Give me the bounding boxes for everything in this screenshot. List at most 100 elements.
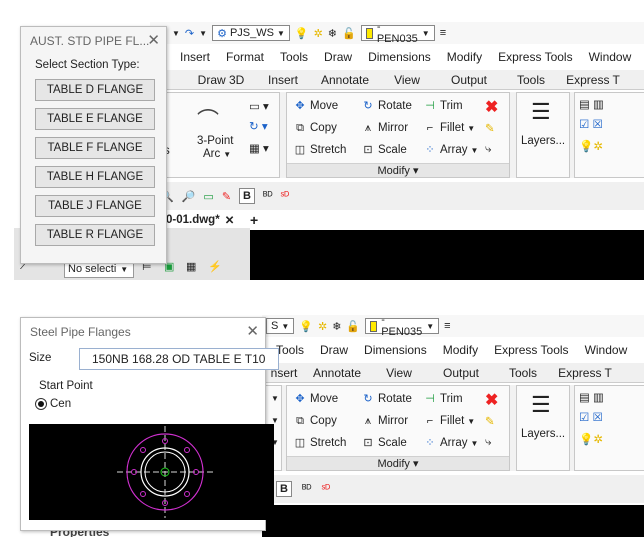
arc-icon[interactable]: ⌒ bbox=[197, 103, 219, 135]
layers-button-label[interactable]: Layers... bbox=[521, 428, 565, 440]
trim-button[interactable]: ⊣ Trim bbox=[423, 99, 462, 113]
rotate-button[interactable]: ↻ Rotate bbox=[361, 99, 412, 113]
copy-button[interactable]: ⧉ Copy bbox=[293, 121, 337, 135]
tab-tools[interactable]: Tools bbox=[500, 73, 562, 87]
hatch-icon[interactable]: ▦ ▾ bbox=[249, 141, 269, 155]
menu-tools[interactable]: Tools bbox=[280, 50, 308, 64]
scale-button[interactable]: ⊡ Scale bbox=[361, 143, 406, 157]
table-f-flange-button[interactable]: TABLE F FLANGE bbox=[35, 137, 155, 159]
tab-express-tools[interactable]: Express T bbox=[562, 73, 624, 87]
rectangle-icon[interactable]: ▭ ▾ bbox=[249, 99, 269, 113]
menu-dimensions[interactable]: Dimensions bbox=[364, 343, 427, 357]
freeze-icon[interactable]: ❄ bbox=[332, 320, 341, 333]
menu-modify[interactable]: Modify bbox=[447, 50, 482, 64]
menu-draw[interactable]: Draw bbox=[320, 343, 348, 357]
erase-icon[interactable]: ✖ bbox=[485, 97, 498, 117]
layer-select[interactable]: -PEN035 ▼ bbox=[360, 22, 435, 45]
view-icon[interactable]: ▭ bbox=[203, 190, 213, 203]
layers-icon[interactable]: ☰ bbox=[531, 392, 551, 418]
drawing-canvas[interactable] bbox=[240, 230, 644, 280]
arc-sub-label[interactable]: Arc ▼ bbox=[203, 148, 231, 160]
table-r-flange-button[interactable]: TABLE R FLANGE bbox=[35, 224, 155, 246]
block-editor-icon[interactable]: ˢᴰ bbox=[281, 190, 290, 202]
marker-icon[interactable]: ✎ bbox=[222, 190, 231, 203]
workspace-select[interactable]: S ▼ bbox=[266, 318, 295, 334]
tab-insert[interactable]: Insert bbox=[252, 73, 314, 87]
block-icon[interactable]: B bbox=[239, 188, 256, 204]
table-j-flange-button[interactable]: TABLE J FLANGE bbox=[35, 195, 155, 217]
lightbulb-icon[interactable]: 💡 bbox=[295, 27, 309, 40]
close-icon[interactable]: ✕ bbox=[147, 31, 160, 49]
menu-window[interactable]: Window bbox=[585, 343, 628, 357]
block-attribute-icon[interactable]: ᴮᴰ bbox=[302, 483, 312, 495]
freeze-icon[interactable]: ❄ bbox=[328, 27, 337, 40]
sun-icon[interactable]: ✲ bbox=[318, 320, 327, 333]
layers-icon[interactable]: ☰ bbox=[531, 99, 551, 125]
workspace-select[interactable]: ⚙ PJS_WS ▼ bbox=[212, 25, 290, 41]
table-d-flange-button[interactable]: TABLE D FLANGE bbox=[35, 79, 155, 101]
menu-tools[interactable]: Tools bbox=[276, 343, 304, 357]
overflow-icon[interactable]: ≡ bbox=[440, 27, 446, 39]
tab-output[interactable]: Output bbox=[438, 73, 500, 87]
filter-icon[interactable]: ▦ bbox=[186, 260, 196, 273]
menu-express-tools[interactable]: Express Tools bbox=[498, 50, 572, 64]
arc-button-label[interactable]: 3-Point bbox=[197, 135, 233, 147]
center-radio[interactable]: Cen bbox=[35, 398, 71, 410]
dropdown-arrow-icon[interactable]: ▼ bbox=[172, 29, 180, 38]
quick-properties-icon[interactable]: ⚡ bbox=[208, 260, 222, 273]
tab-view[interactable]: View bbox=[376, 73, 438, 87]
close-icon[interactable]: ✕ bbox=[225, 213, 235, 227]
join-icon[interactable]: ⤷ bbox=[485, 143, 491, 156]
tab-output[interactable]: Output bbox=[430, 366, 492, 380]
redo-icon[interactable]: ↷ bbox=[185, 27, 194, 40]
revision-cloud-icon[interactable]: ↻ ▾ bbox=[249, 119, 268, 133]
menu-express-tools[interactable]: Express Tools bbox=[494, 343, 568, 357]
tab-annotate[interactable]: Annotate bbox=[314, 73, 376, 87]
join-icon[interactable]: ⤷ bbox=[485, 436, 491, 449]
table-h-flange-button[interactable]: TABLE H FLANGE bbox=[35, 166, 155, 188]
array-button[interactable]: ⁘ Array ▼ bbox=[423, 143, 478, 157]
mirror-button[interactable]: ⩚ Mirror bbox=[361, 414, 408, 428]
table-e-flange-button[interactable]: TABLE E FLANGE bbox=[35, 108, 155, 130]
new-tab-icon[interactable]: + bbox=[250, 212, 258, 228]
layer-select[interactable]: -PEN035 ▼ bbox=[365, 315, 440, 338]
erase-icon[interactable]: ✖ bbox=[485, 390, 498, 410]
dropdown-arrow-icon[interactable]: ▼ bbox=[199, 29, 207, 38]
document-tab[interactable]: 0-01.dwg* ✕ bbox=[162, 210, 246, 230]
copy-button[interactable]: ⧉ Copy bbox=[293, 414, 337, 428]
sun-icon[interactable]: ✲ bbox=[314, 27, 323, 40]
fillet-button[interactable]: ⌐ Fillet ▼ bbox=[423, 121, 475, 135]
lock-icon[interactable]: 🔓 bbox=[342, 27, 356, 40]
zoom-window-icon[interactable]: 🔎 bbox=[182, 190, 196, 203]
tab-view[interactable]: View bbox=[368, 366, 430, 380]
lock-icon[interactable]: 🔓 bbox=[346, 320, 360, 333]
menu-draw[interactable]: Draw bbox=[324, 50, 352, 64]
size-select[interactable]: 150NB 168.28 OD TABLE E T10 bbox=[79, 348, 279, 370]
block-icon[interactable]: B bbox=[276, 481, 292, 497]
trim-button[interactable]: ⊣ Trim bbox=[423, 392, 462, 406]
menu-dimensions[interactable]: Dimensions bbox=[368, 50, 431, 64]
close-icon[interactable]: ✕ bbox=[246, 322, 259, 340]
drawing-canvas[interactable] bbox=[262, 505, 644, 537]
menu-format[interactable]: Format bbox=[226, 50, 264, 64]
scale-button[interactable]: ⊡ Scale bbox=[361, 436, 406, 450]
array-button[interactable]: ⁘ Array ▼ bbox=[423, 436, 478, 450]
tab-draw-3d[interactable]: Draw 3D bbox=[190, 73, 252, 87]
lightbulb-icon[interactable]: 💡 bbox=[299, 320, 313, 333]
explode-icon[interactable]: ✎ bbox=[485, 414, 495, 428]
layers-button-label[interactable]: Layers... bbox=[521, 135, 565, 147]
block-editor-icon[interactable]: ˢᴰ bbox=[322, 483, 331, 495]
modify-group-title[interactable]: Modify ▾ bbox=[287, 456, 509, 470]
layer-check-icon[interactable]: ☑ ☒ bbox=[579, 410, 603, 424]
stretch-button[interactable]: ◫ Stretch bbox=[293, 143, 347, 157]
rotate-button[interactable]: ↻ Rotate bbox=[361, 392, 412, 406]
tab-express-tools[interactable]: Express T bbox=[554, 366, 616, 380]
modify-group-title[interactable]: Modify ▾ bbox=[287, 163, 509, 177]
menu-window[interactable]: Window bbox=[589, 50, 632, 64]
tab-tools[interactable]: Tools bbox=[492, 366, 554, 380]
move-button[interactable]: ✥ Move bbox=[293, 392, 338, 406]
layer-tool-icon[interactable]: ▤ ▥ bbox=[579, 97, 604, 111]
dropdown-arrow-icon[interactable]: ▼ bbox=[271, 394, 279, 403]
layer-tool-icon[interactable]: ▤ ▥ bbox=[579, 390, 604, 404]
stretch-button[interactable]: ◫ Stretch bbox=[293, 436, 347, 450]
